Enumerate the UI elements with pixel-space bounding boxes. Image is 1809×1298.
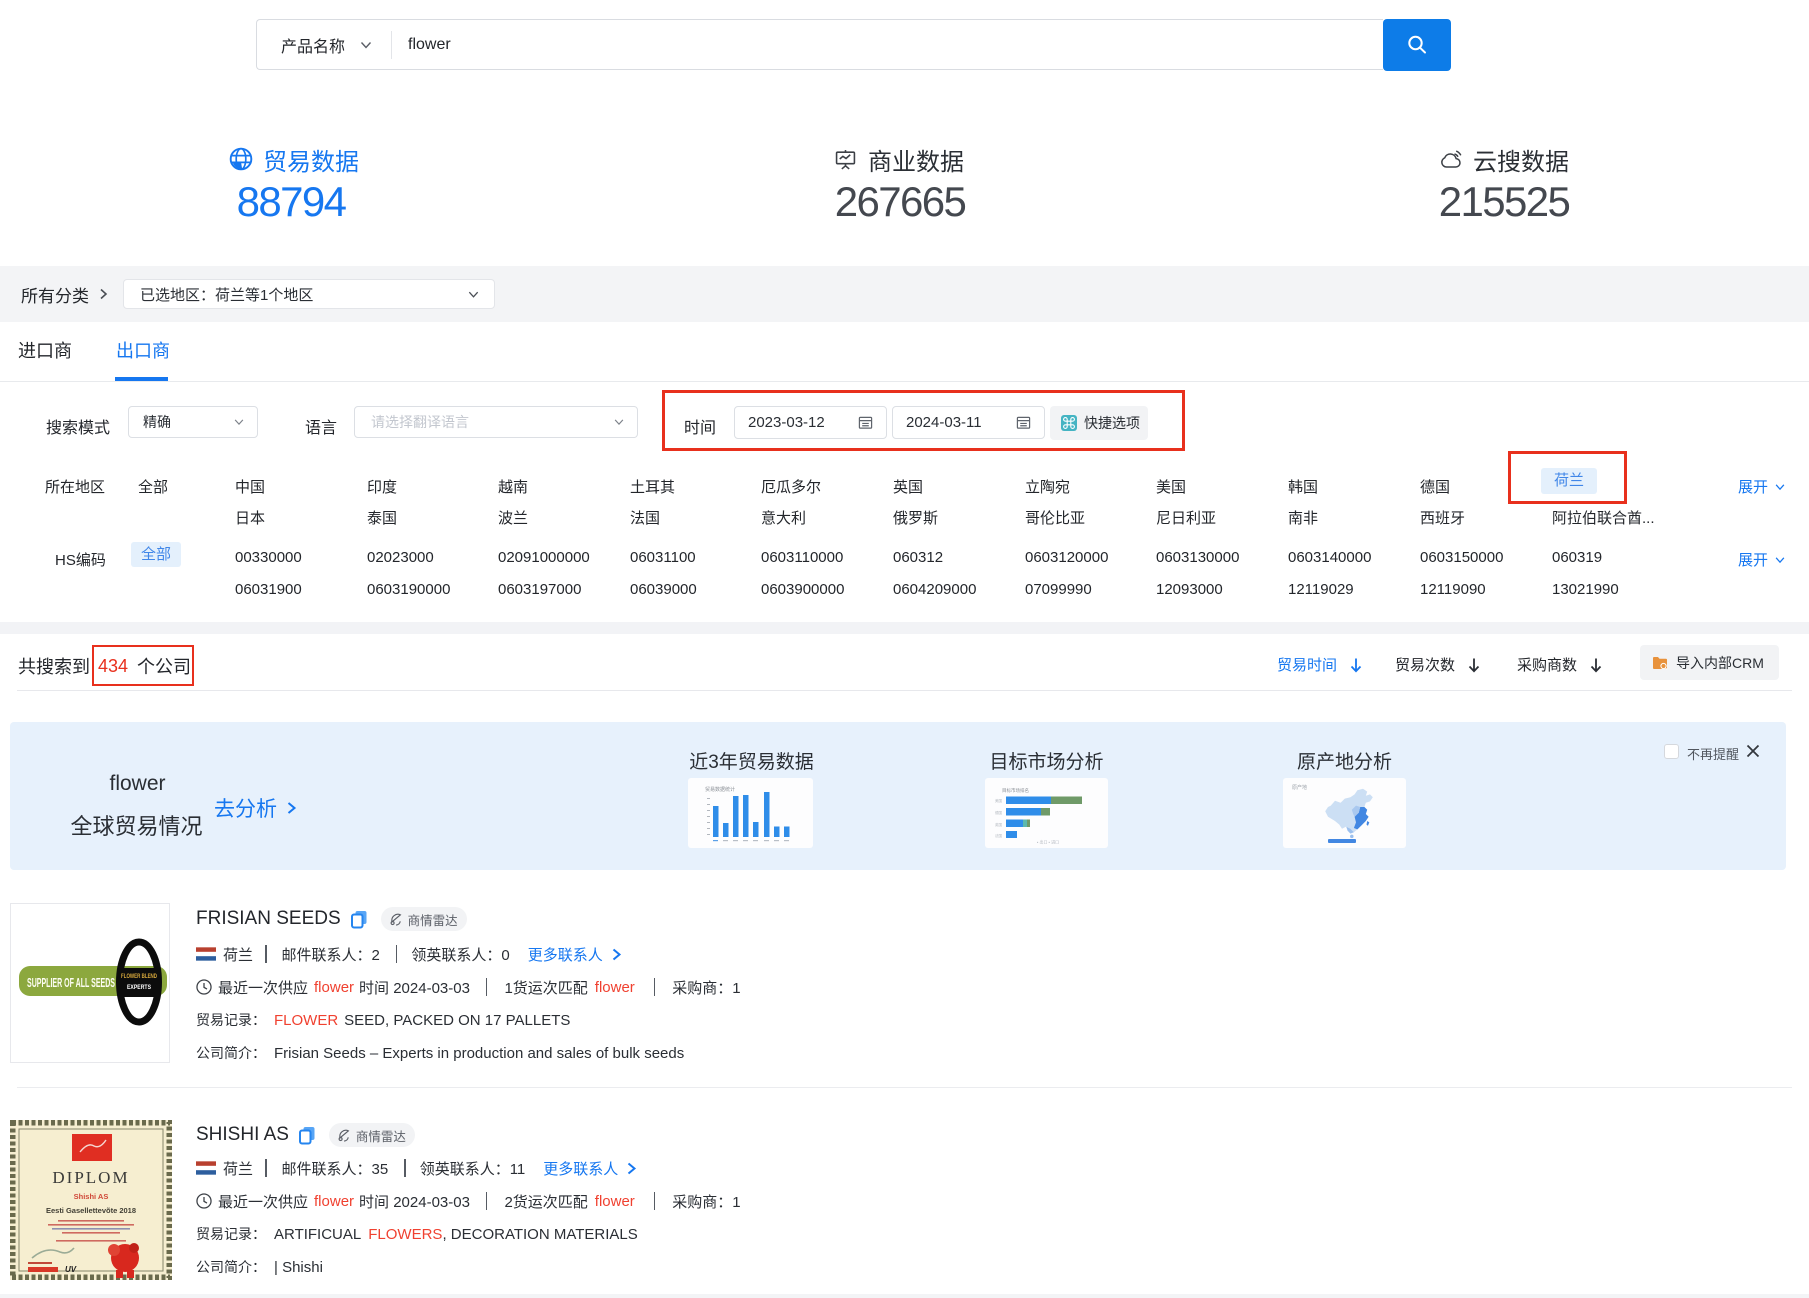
svg-text:英国: 英国	[995, 822, 1003, 827]
svg-text:FLOWER BLEND: FLOWER BLEND	[121, 974, 157, 980]
svg-text:法国: 法国	[995, 833, 1003, 838]
svg-text:德国: 德国	[995, 810, 1003, 815]
svg-text:UV: UV	[65, 1265, 77, 1274]
svg-text:Shishi AS: Shishi AS	[74, 1192, 109, 1201]
svg-text:EXPERTS: EXPERTS	[127, 985, 151, 991]
svg-text:DIPLOM: DIPLOM	[52, 1168, 129, 1187]
svg-text:▪ 出口 ▪ 进口: ▪ 出口 ▪ 进口	[1037, 839, 1059, 845]
svg-text:原产地: 原产地	[1292, 784, 1307, 791]
svg-text:贸易数据统计: 贸易数据统计	[705, 786, 735, 793]
svg-text:目标市场排名: 目标市场排名	[1002, 787, 1029, 794]
svg-text:美国: 美国	[995, 798, 1003, 803]
svg-text:SUPPLIER OF ALL SEEDS: SUPPLIER OF ALL SEEDS	[27, 975, 115, 990]
svg-text:Eesti Gasellettevõte 2018: Eesti Gasellettevõte 2018	[46, 1206, 136, 1215]
